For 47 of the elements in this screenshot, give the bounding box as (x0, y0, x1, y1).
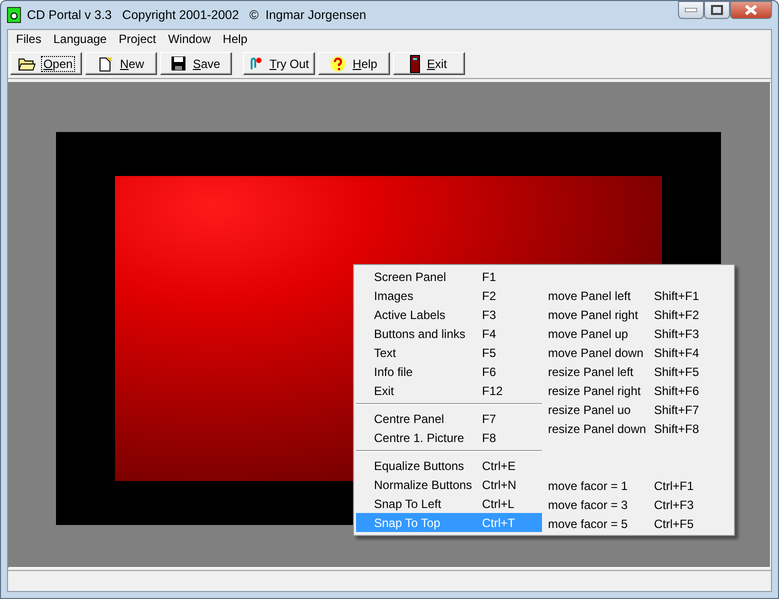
menu-item[interactable]: Info file F6 (356, 362, 542, 381)
menu-bar-item[interactable]: Window (162, 30, 217, 49)
maximize-icon (711, 5, 723, 15)
toolbar-button[interactable]: Save (160, 52, 232, 75)
menu-item[interactable]: move facor = 5 Ctrl+F5 (542, 514, 732, 533)
toolbar-button[interactable]: Try Out (243, 52, 315, 75)
menu-bar-item[interactable]: Files (10, 30, 48, 49)
folder-icon (18, 56, 36, 70)
menu-item[interactable]: Snap To Left Ctrl+L (356, 494, 542, 513)
menu-item[interactable]: Centre Panel F7 (356, 409, 542, 428)
menu-item[interactable]: move facor = 3 Ctrl+F3 (542, 495, 732, 514)
toolbar-button[interactable]: New (85, 52, 157, 75)
toolbar-button[interactable]: Exit (393, 52, 465, 75)
menu-item[interactable]: resize Panel uo Shift+F7 (542, 400, 732, 419)
menu-item[interactable]: resize Panel down Shift+F8 (542, 419, 732, 438)
menu-item[interactable]: Equalize Buttons Ctrl+E (356, 456, 542, 475)
door-icon (410, 54, 420, 72)
minimize-button[interactable] (678, 1, 704, 19)
menu-item[interactable]: Images F2 (356, 286, 542, 305)
menu-item[interactable]: Centre 1. Picture F8 (356, 428, 542, 447)
toolbar-button[interactable]: Open (10, 52, 82, 75)
menu-item[interactable]: move Panel left Shift+F1 (542, 286, 732, 305)
app-icon (7, 7, 21, 23)
toolbar-button[interactable]: Help (318, 52, 390, 75)
menu-item[interactable]: move facor = 1 Ctrl+F1 (542, 476, 732, 495)
menu-item[interactable]: Active Labels F3 (356, 305, 542, 324)
menu-item[interactable]: move Panel up Shift+F3 (542, 324, 732, 343)
menu-bar-item[interactable]: Project (112, 30, 162, 49)
close-icon (744, 5, 758, 15)
menu-item[interactable]: move Panel right Shift+F2 (542, 305, 732, 324)
menu-item[interactable]: Exit F12 (356, 381, 542, 400)
menu-item[interactable]: Buttons and links F4 (356, 324, 542, 343)
menu-item[interactable]: Text F5 (356, 343, 542, 362)
menu-item[interactable]: Normalize Buttons Ctrl+N (356, 475, 542, 494)
minimize-icon (685, 8, 697, 12)
question-mark-icon (330, 56, 346, 72)
menu-item[interactable]: Screen Panel F1 (356, 267, 542, 286)
menu-item[interactable]: resize Panel right Shift+F6 (542, 381, 732, 400)
window-title: CD Portal v 3.3 Copyright 2001-2002 © Ingmar Jorgensen (27, 8, 366, 22)
paperclip-icon (248, 56, 262, 72)
maximize-button[interactable] (704, 1, 730, 19)
close-button[interactable] (730, 1, 772, 19)
menu-item[interactable]: resize Panel left Shift+F5 (542, 362, 732, 381)
page-icon (96, 56, 113, 72)
menu-item[interactable]: move Panel down Shift+F4 (542, 343, 732, 362)
menu-bar-item[interactable]: Language (47, 30, 113, 49)
menu-bar-item[interactable]: Help (216, 30, 254, 49)
